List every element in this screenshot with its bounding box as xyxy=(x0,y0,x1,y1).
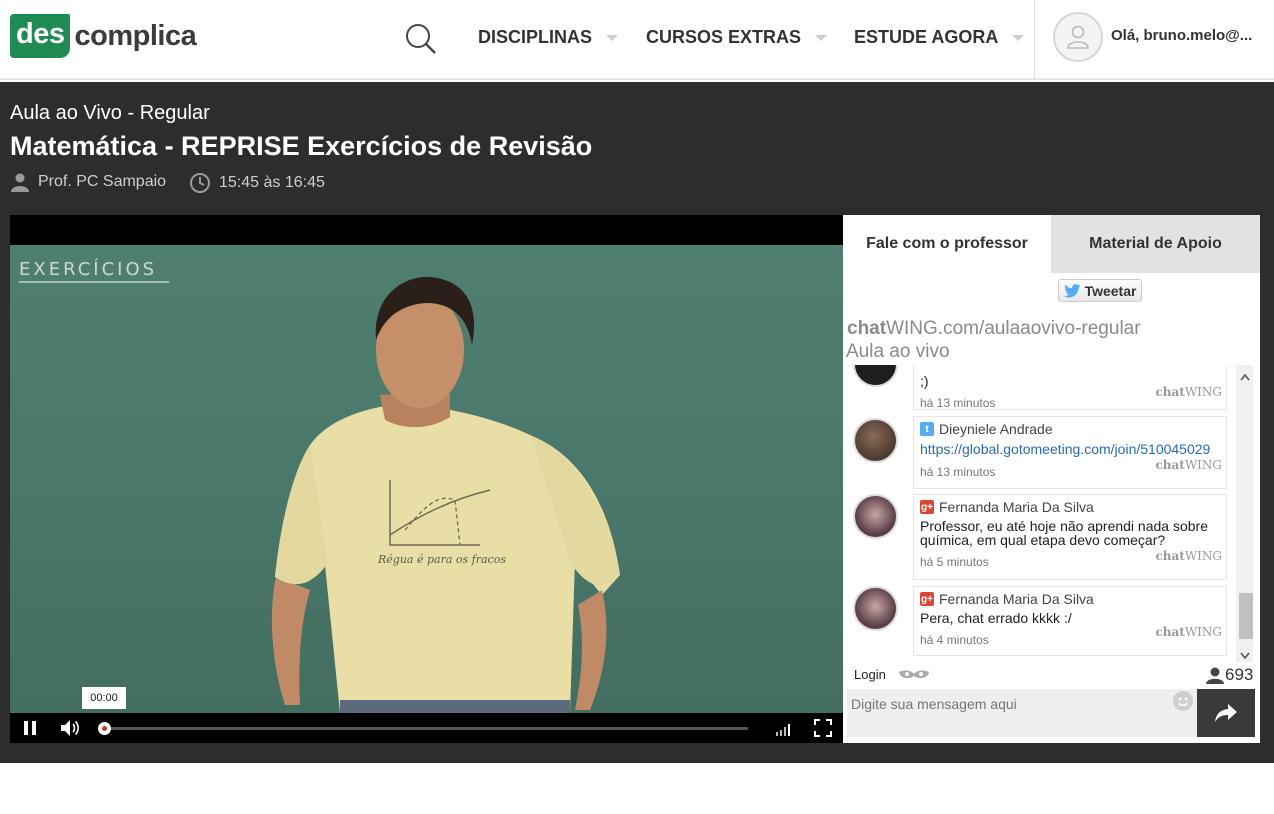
scroll-up-icon[interactable] xyxy=(1240,368,1250,386)
chevron-down-icon xyxy=(815,34,828,41)
tweet-label: Tweetar xyxy=(1084,282,1137,299)
chatwing-mark: chatWING xyxy=(1155,625,1222,639)
teacher-name: Prof. PC Sampaio xyxy=(38,173,167,190)
share-arrow-icon xyxy=(1215,704,1237,722)
nav-estude-agora[interactable]: ESTUDE AGORA xyxy=(854,27,1025,48)
message-author: g+ Fernanda Maria Da Silva xyxy=(920,591,1220,607)
message-author: g+ Fernanda Maria Da Silva xyxy=(920,499,1220,515)
chatwing-mark: chatWING xyxy=(1155,549,1222,563)
chatwing-room-name: Aula ao vivo xyxy=(846,341,950,362)
chatwing-link[interactable]: chatWING.com/aulaaovivo-regular xyxy=(847,318,1141,340)
nav-label: CURSOS EXTRAS xyxy=(646,27,802,47)
author-name: Dieyniele Andrade xyxy=(939,421,1053,437)
user-avatar xyxy=(853,365,898,387)
message-bubble: ;) há 13 minutos chatWING xyxy=(913,365,1227,410)
volume-icon xyxy=(61,720,79,736)
user-avatar xyxy=(853,494,898,539)
nav-label: ESTUDE AGORA xyxy=(854,27,999,47)
tab-fale-com-o-professor[interactable]: Fale com o professor xyxy=(843,215,1051,273)
chatwing-brand: chat xyxy=(847,318,887,339)
descomplica-logo[interactable]: des complica xyxy=(10,13,197,59)
lesson-title: Matemática - REPRISE Exercícios de Revis… xyxy=(10,131,593,161)
chevron-down-icon xyxy=(1012,34,1025,41)
lesson-schedule: 15:45 às 16:45 xyxy=(189,172,325,194)
chevron-down-icon xyxy=(606,34,619,41)
author-name: Fernanda Maria Da Silva xyxy=(939,499,1094,515)
twitter-bird-icon xyxy=(1063,283,1081,297)
logo-mark: des xyxy=(10,14,71,58)
shirt-text: Régua é para os fracos xyxy=(377,553,506,566)
user-avatar xyxy=(853,418,898,463)
chatwing-url: WING.com/aulaaovivo-regular xyxy=(886,318,1141,339)
online-count: 693 xyxy=(1225,665,1254,684)
search-icon[interactable] xyxy=(404,22,438,56)
lesson-teacher: Prof. PC Sampaio xyxy=(10,172,166,192)
message-text: Professor, eu até hoje não aprendi nada … xyxy=(920,518,1208,548)
quality-icon[interactable] xyxy=(775,722,791,741)
google-plus-icon: g+ xyxy=(920,592,934,606)
chat-scrollbar-thumb[interactable] xyxy=(1239,593,1253,639)
side-panel: Fale com o professor Material de Apoio T… xyxy=(843,215,1260,743)
google-plus-icon: g+ xyxy=(920,500,934,514)
message-bubble: g+ Fernanda Maria Da Silva Pera, chat er… xyxy=(913,586,1227,656)
message-text: Pera, chat errado kkkk :/ xyxy=(920,610,1072,626)
schedule-time: 15:45 às 16:45 xyxy=(219,174,325,191)
progress-bar[interactable] xyxy=(106,727,748,730)
login-link[interactable]: Login xyxy=(854,667,886,682)
nav-cursos-extras[interactable]: CURSOS EXTRAS xyxy=(646,27,828,48)
header-divider xyxy=(1034,0,1035,80)
tweet-button[interactable]: Tweetar xyxy=(1058,279,1142,302)
tab-material-de-apoio[interactable]: Material de Apoio xyxy=(1051,215,1260,273)
person-icon xyxy=(1206,667,1224,684)
top-header: des complica DISCIPLINAS CURSOS EXTRAS E… xyxy=(0,0,1274,80)
message-bubble: t Dieyniele Andrade https://global.gotom… xyxy=(913,416,1227,489)
author-name: Fernanda Maria Da Silva xyxy=(939,591,1094,607)
online-users: 693 xyxy=(1205,665,1253,685)
twitter-icon: t xyxy=(920,422,934,436)
message-bubble: g+ Fernanda Maria Da Silva Professor, eu… xyxy=(913,494,1227,580)
nav-label: DISCIPLINAS xyxy=(478,27,593,47)
volume-button[interactable] xyxy=(60,719,80,742)
clock-icon xyxy=(190,173,210,193)
logo-wordmark: complica xyxy=(74,19,197,52)
fullscreen-icon[interactable] xyxy=(814,719,832,742)
chat-message-input[interactable] xyxy=(847,689,1197,737)
chat-messages[interactable]: ;) há 13 minutos chatWING t Dieyniele An… xyxy=(847,365,1256,660)
message-author: t Dieyniele Andrade xyxy=(920,421,1220,437)
user-avatar xyxy=(853,586,898,631)
send-button[interactable] xyxy=(1197,689,1255,737)
scroll-down-icon[interactable] xyxy=(1240,647,1250,665)
progress-handle[interactable] xyxy=(98,722,111,735)
anonymous-mask-icon[interactable] xyxy=(898,668,930,686)
user-avatar[interactable] xyxy=(1053,12,1103,62)
person-icon xyxy=(11,173,29,192)
nav-disciplinas[interactable]: DISCIPLINAS xyxy=(478,27,619,48)
user-greeting[interactable]: Olá, bruno.melo@... xyxy=(1111,27,1252,44)
message-link[interactable]: https://global.gotomeeting.com/join/5100… xyxy=(920,441,1220,457)
pause-button[interactable] xyxy=(23,721,37,740)
chatwing-mark: chatWING xyxy=(1155,458,1222,472)
chatwing-mark: chatWING xyxy=(1155,385,1222,399)
time-tooltip: 00:00 xyxy=(82,687,126,709)
user-icon xyxy=(1067,25,1089,49)
emoji-icon[interactable] xyxy=(1173,691,1193,711)
video-frame[interactable]: EXERCÍCIOS Régua é para os fracos xyxy=(10,245,843,713)
teacher-figure: Régua é para os fracos xyxy=(271,276,620,713)
video-player[interactable]: EXERCÍCIOS Régua é para os fracos 00:00 xyxy=(10,215,843,743)
lesson-category: Aula ao Vivo - Regular xyxy=(10,102,210,124)
